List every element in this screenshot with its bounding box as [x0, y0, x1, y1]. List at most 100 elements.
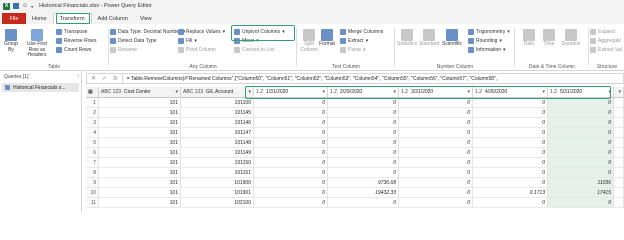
table-cell[interactable]: 0	[254, 148, 328, 158]
format-button[interactable]: Format	[318, 29, 336, 48]
table-cell[interactable]: 101	[99, 178, 181, 188]
table-cell[interactable]	[614, 128, 624, 138]
table-cell[interactable]: 101100	[181, 98, 254, 108]
filter-dropdown-icon[interactable]: ▾	[542, 89, 545, 95]
table-cell[interactable]: 0	[473, 198, 548, 208]
table-cell[interactable]: 101146	[181, 118, 254, 128]
type-icon[interactable]: ABC 123	[183, 89, 203, 95]
table-cell[interactable]: 0	[254, 118, 328, 128]
table-cell[interactable]: 101	[99, 128, 181, 138]
table-cell[interactable]: 0	[548, 118, 614, 128]
table-cell[interactable]: 8	[86, 168, 99, 178]
table-cell[interactable]: 0	[473, 128, 548, 138]
table-cell[interactable]: 9736.68	[328, 178, 399, 188]
table-cell[interactable]: 101149	[181, 148, 254, 158]
table-cell[interactable]: 0	[548, 158, 614, 168]
table-cell[interactable]	[614, 148, 624, 158]
table-cell[interactable]: 3	[86, 118, 99, 128]
table-cell[interactable]: 0	[473, 168, 548, 178]
table-cell[interactable]: 101	[99, 188, 181, 198]
table-cell[interactable]: 0	[548, 128, 614, 138]
move-button[interactable]: Move ▾	[234, 38, 259, 44]
table-cell[interactable]: 7	[86, 158, 99, 168]
table-cell[interactable]: 0	[399, 168, 473, 178]
group-by-button[interactable]: Group By	[2, 29, 20, 53]
cancel-icon[interactable]: ✕	[91, 75, 96, 82]
table-cell[interactable]: 0	[473, 118, 548, 128]
table-cell[interactable]: 101148	[181, 138, 254, 148]
table-row[interactable]: 4 101 101147 0 0 0 0 0	[86, 128, 624, 138]
table-cell[interactable]: 0.1713	[473, 188, 548, 198]
statistics-button[interactable]: Statistics	[396, 29, 418, 48]
column-header[interactable]: 1.2 2/29/2020 ▾	[328, 87, 399, 98]
table-cell[interactable]: 0	[399, 178, 473, 188]
table-cell[interactable]: 101	[99, 108, 181, 118]
transpose-button[interactable]: Transpose	[56, 29, 87, 35]
table-cell[interactable]: 0	[399, 98, 473, 108]
table-cell[interactable]: 102100	[181, 198, 254, 208]
column-header-overflow[interactable]: ▾	[614, 87, 624, 98]
table-row[interactable]: 10 101 101901 0 19432.33 0 0.1713 17415	[86, 188, 624, 198]
filter-dropdown-icon[interactable]: ▾	[322, 89, 325, 95]
use-first-row-button[interactable]: Use First Row as Headers	[22, 29, 52, 59]
time-button[interactable]: Time	[540, 29, 558, 48]
table-cell[interactable]: 0	[548, 108, 614, 118]
table-row[interactable]: 3 101 101146 0 0 0 0 0	[86, 118, 624, 128]
tab-view[interactable]: View	[134, 13, 158, 24]
table-cell[interactable]	[614, 158, 624, 168]
table-row[interactable]: 7 101 101150 0 0 0 0 0	[86, 158, 624, 168]
table-cell[interactable]: 101901	[181, 188, 254, 198]
tab-transform[interactable]: Transform	[52, 13, 92, 24]
table-cell[interactable]: 101150	[181, 158, 254, 168]
table-cell[interactable]: 0	[548, 138, 614, 148]
table-cell[interactable]	[614, 188, 624, 198]
table-cell[interactable]: 1	[86, 98, 99, 108]
table-cell[interactable]: 101900	[181, 178, 254, 188]
filter-dropdown-icon[interactable]: ▾	[467, 89, 470, 95]
filter-dropdown-icon[interactable]: ▾	[393, 89, 396, 95]
date-button[interactable]: Date	[520, 29, 538, 48]
duration-button[interactable]: Duration	[560, 29, 582, 48]
table-cell[interactable]: 0	[328, 158, 399, 168]
smiley-icon[interactable]: ☺	[22, 3, 28, 9]
table-cell[interactable]: 10	[86, 188, 99, 198]
table-cell[interactable]: 0	[399, 108, 473, 118]
table-cell[interactable]: 5	[86, 138, 99, 148]
table-cell[interactable]: 0	[548, 98, 614, 108]
pivot-column-button[interactable]: Pivot Column	[178, 47, 216, 53]
table-cell[interactable]	[614, 198, 624, 208]
table-cell[interactable]: 101151	[181, 168, 254, 178]
table-cell[interactable]	[614, 98, 624, 108]
table-cell[interactable]: 11	[86, 198, 99, 208]
tab-add-column[interactable]: Add Column	[92, 13, 134, 24]
table-cell[interactable]: 0	[399, 158, 473, 168]
save-icon[interactable]	[13, 3, 19, 9]
table-cell[interactable]: 0	[328, 138, 399, 148]
table-cell[interactable]	[614, 108, 624, 118]
table-row[interactable]: 5 101 101148 0 0 0 0 0	[86, 138, 624, 148]
split-column-button[interactable]: Split Column	[300, 29, 318, 53]
tab-file[interactable]: File	[2, 13, 26, 24]
table-row[interactable]: 11 101 102100 0 0 0 0 0	[86, 198, 624, 208]
formula-bar[interactable]: ✕ ✓ fx = Table.RemoveColumns(#"Renamed C…	[86, 73, 624, 84]
table-cell[interactable]: 0	[328, 148, 399, 158]
table-cell[interactable]: 0	[254, 178, 328, 188]
table-menu-button[interactable]: ▦	[86, 87, 99, 98]
table-cell[interactable]	[614, 138, 624, 148]
table-cell[interactable]: 0	[399, 198, 473, 208]
merge-columns-button[interactable]: Merge Columns	[340, 29, 383, 35]
confirm-icon[interactable]: ✓	[102, 75, 107, 82]
table-cell[interactable]: 0	[254, 138, 328, 148]
table-cell[interactable]	[614, 168, 624, 178]
table-row[interactable]: 6 101 101149 0 0 0 0 0	[86, 148, 624, 158]
table-cell[interactable]: 0	[473, 98, 548, 108]
query-item[interactable]: Historical Financials s...	[2, 83, 79, 92]
table-cell[interactable]: 19432.33	[328, 188, 399, 198]
rounding-button[interactable]: Rounding ▾	[468, 38, 502, 44]
table-cell[interactable]: 0	[328, 98, 399, 108]
dropdown-icon[interactable]: ▾	[31, 4, 33, 9]
table-cell[interactable]: 0	[328, 118, 399, 128]
table-cell[interactable]: 0	[328, 128, 399, 138]
table-cell[interactable]: 0	[473, 158, 548, 168]
expand-button[interactable]: Expand	[590, 29, 615, 35]
